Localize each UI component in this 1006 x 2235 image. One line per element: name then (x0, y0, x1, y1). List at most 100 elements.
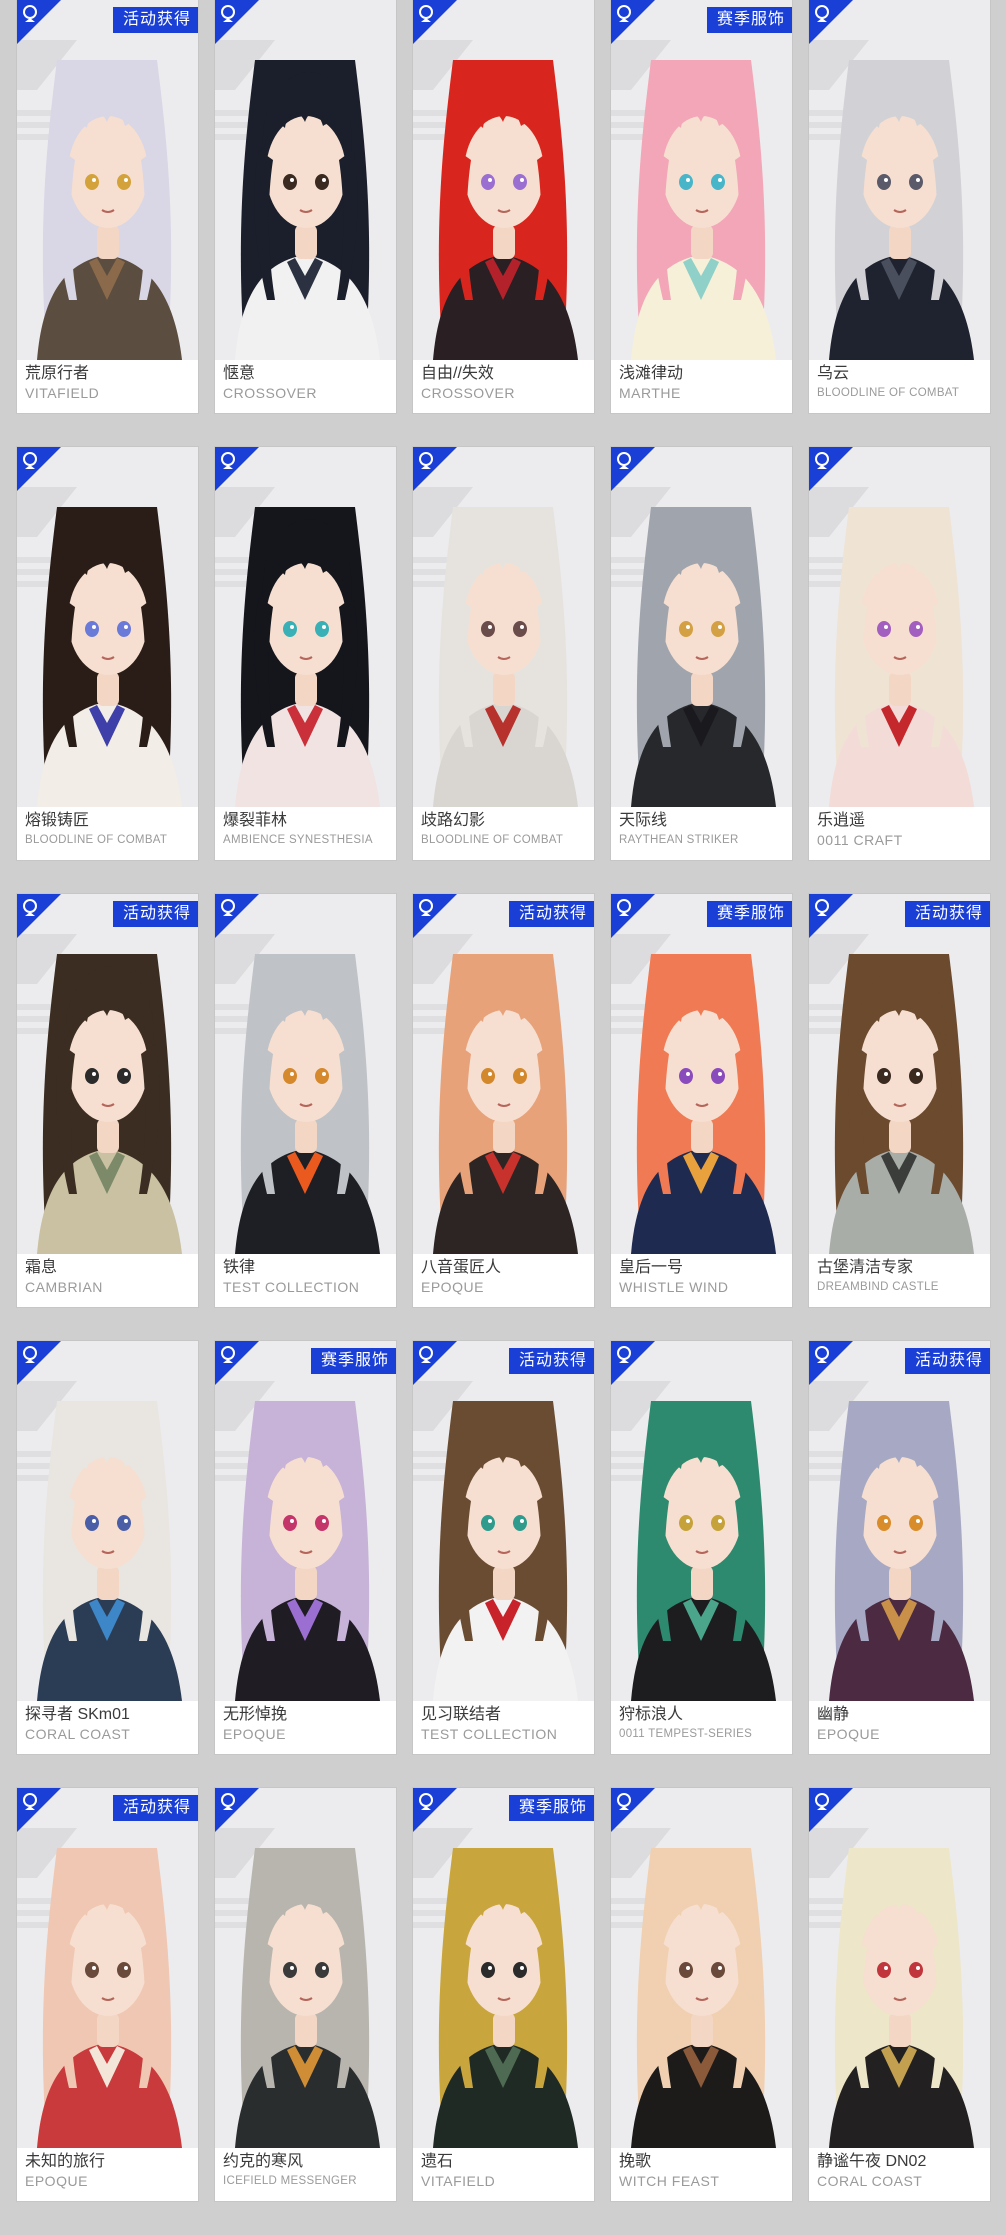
skin-name: 古堡清洁专家 (817, 1259, 914, 1276)
store-emblem-icon (809, 1788, 853, 1832)
skin-caption: 无形悼挽 EPOQUE (223, 1705, 392, 1743)
skin-card[interactable]: 活动获得 古堡清洁专家 DREAMBIND CASTLE (809, 894, 990, 1307)
character-portrait (809, 1788, 990, 2148)
acquisition-badge: 赛季服饰 (706, 7, 792, 33)
skin-grid: 活动获得 荒原行者 VITAFIELD 惬意 CROSSOVER 自由//失效 … (17, 0, 990, 2201)
skin-caption: 爆裂菲林 AMBIENCE SYNESTHESIA (223, 811, 392, 849)
character-portrait (215, 1341, 396, 1701)
skin-series: BLOODLINE OF COMBAT (817, 387, 960, 399)
store-emblem-icon (17, 0, 61, 44)
skin-caption: 幽静 EPOQUE (817, 1705, 986, 1743)
character-portrait (611, 894, 792, 1254)
skin-card[interactable]: 赛季服饰 浅滩律动 MARTHE (611, 0, 792, 413)
acquisition-badge: 赛季服饰 (706, 901, 792, 927)
skin-card[interactable]: 自由//失效 CROSSOVER (413, 0, 594, 413)
acquisition-badge: 活动获得 (112, 901, 198, 927)
skin-card[interactable]: 活动获得 荒原行者 VITAFIELD (17, 0, 198, 413)
character-portrait (215, 1788, 396, 2148)
skin-card[interactable]: 活动获得 八音蛋匠人 EPOQUE (413, 894, 594, 1307)
skin-card[interactable]: 活动获得 霜息 CAMBRIAN (17, 894, 198, 1307)
skin-card[interactable]: 赛季服饰 遗石 VITAFIELD (413, 1788, 594, 2201)
character-portrait (413, 1341, 594, 1701)
skin-name: 约克的寒风 (223, 2153, 304, 2170)
skin-name: 铁律 (223, 1259, 256, 1276)
skin-series: EPOQUE (25, 2173, 88, 2189)
skin-series: CORAL COAST (25, 1726, 131, 1742)
acquisition-badge: 活动获得 (508, 1348, 594, 1374)
skin-card[interactable]: 活动获得 见习联结者 TEST COLLECTION (413, 1341, 594, 1754)
acquisition-badge: 活动获得 (112, 1795, 198, 1821)
skin-caption: 乌云 BLOODLINE OF COMBAT (817, 364, 986, 402)
skin-caption: 八音蛋匠人 EPOQUE (421, 1258, 590, 1296)
skin-name: 八音蛋匠人 (421, 1259, 502, 1276)
skin-series: BLOODLINE OF COMBAT (25, 834, 168, 846)
character-portrait (17, 447, 198, 807)
skin-name: 天际线 (619, 812, 668, 829)
skin-series: 0011 TEMPEST-SERIES (619, 1728, 753, 1740)
character-portrait (17, 894, 198, 1254)
skin-caption: 狩标浪人 0011 TEMPEST-SERIES (619, 1705, 788, 1743)
skin-card[interactable]: 熔锻铸匠 BLOODLINE OF COMBAT (17, 447, 198, 860)
store-emblem-icon (17, 894, 61, 938)
skin-caption: 未知的旅行 EPOQUE (25, 2152, 194, 2190)
skin-card[interactable]: 赛季服饰 无形悼挽 EPOQUE (215, 1341, 396, 1754)
skin-caption: 荒原行者 VITAFIELD (25, 364, 194, 402)
skin-caption: 惬意 CROSSOVER (223, 364, 392, 402)
skin-name: 狩标浪人 (619, 1706, 684, 1723)
skin-series: VITAFIELD (25, 385, 100, 401)
skin-card[interactable]: 赛季服饰 皇后一号 WHISTLE WIND (611, 894, 792, 1307)
skin-name: 见习联结者 (421, 1706, 502, 1723)
skin-series: TEST COLLECTION (223, 1279, 360, 1295)
character-portrait (809, 0, 990, 360)
skin-caption: 自由//失效 CROSSOVER (421, 364, 590, 402)
store-emblem-icon (413, 1341, 457, 1385)
store-emblem-icon (611, 1788, 655, 1832)
skin-card[interactable]: 惬意 CROSSOVER (215, 0, 396, 413)
acquisition-badge: 活动获得 (508, 901, 594, 927)
skin-name: 霜息 (25, 1259, 58, 1276)
skin-card[interactable]: 活动获得 幽静 EPOQUE (809, 1341, 990, 1754)
acquisition-badge: 活动获得 (904, 901, 990, 927)
character-portrait (215, 447, 396, 807)
skin-card[interactable]: 活动获得 未知的旅行 EPOQUE (17, 1788, 198, 2201)
skin-card[interactable]: 爆裂菲林 AMBIENCE SYNESTHESIA (215, 447, 396, 860)
skin-series: CAMBRIAN (25, 1279, 103, 1295)
skin-series: AMBIENCE SYNESTHESIA (223, 834, 373, 846)
skin-series: EPOQUE (421, 1279, 484, 1295)
skin-caption: 挽歌 WITCH FEAST (619, 2152, 788, 2190)
skin-card[interactable]: 乐逍遥 0011 CRAFT (809, 447, 990, 860)
store-emblem-icon (611, 447, 655, 491)
skin-name: 爆裂菲林 (223, 812, 288, 829)
skin-card[interactable]: 狩标浪人 0011 TEMPEST-SERIES (611, 1341, 792, 1754)
skin-caption: 静谧午夜 DN02 CORAL COAST (817, 2152, 986, 2190)
store-emblem-icon (17, 1341, 61, 1385)
skin-caption: 浅滩律动 MARTHE (619, 364, 788, 402)
character-portrait (215, 0, 396, 360)
skin-card[interactable]: 约克的寒风 ICEFIELD MESSENGER (215, 1788, 396, 2201)
store-emblem-icon (413, 447, 457, 491)
store-emblem-icon (809, 447, 853, 491)
skin-card[interactable]: 乌云 BLOODLINE OF COMBAT (809, 0, 990, 413)
character-portrait (413, 447, 594, 807)
character-portrait (17, 0, 198, 360)
skin-name: 自由//失效 (421, 365, 494, 382)
skin-name: 静谧午夜 DN02 (817, 2153, 927, 2170)
skin-name: 遗石 (421, 2153, 454, 2170)
character-portrait (611, 1788, 792, 2148)
skin-series: WHISTLE WIND (619, 1279, 729, 1295)
store-emblem-icon (215, 894, 259, 938)
character-portrait (611, 447, 792, 807)
skin-name: 挽歌 (619, 2153, 652, 2170)
skin-card[interactable]: 挽歌 WITCH FEAST (611, 1788, 792, 2201)
skin-card[interactable]: 歧路幻影 BLOODLINE OF COMBAT (413, 447, 594, 860)
skin-card[interactable]: 探寻者 SKm01 CORAL COAST (17, 1341, 198, 1754)
skin-card[interactable]: 天际线 RAYTHEAN STRIKER (611, 447, 792, 860)
skin-caption: 乐逍遥 0011 CRAFT (817, 811, 986, 849)
store-emblem-icon (611, 0, 655, 44)
skin-name: 乌云 (817, 365, 850, 382)
skin-card[interactable]: 静谧午夜 DN02 CORAL COAST (809, 1788, 990, 2201)
skin-name: 皇后一号 (619, 1259, 684, 1276)
store-emblem-icon (611, 1341, 655, 1385)
skin-card[interactable]: 铁律 TEST COLLECTION (215, 894, 396, 1307)
skin-series: TEST COLLECTION (421, 1726, 558, 1742)
